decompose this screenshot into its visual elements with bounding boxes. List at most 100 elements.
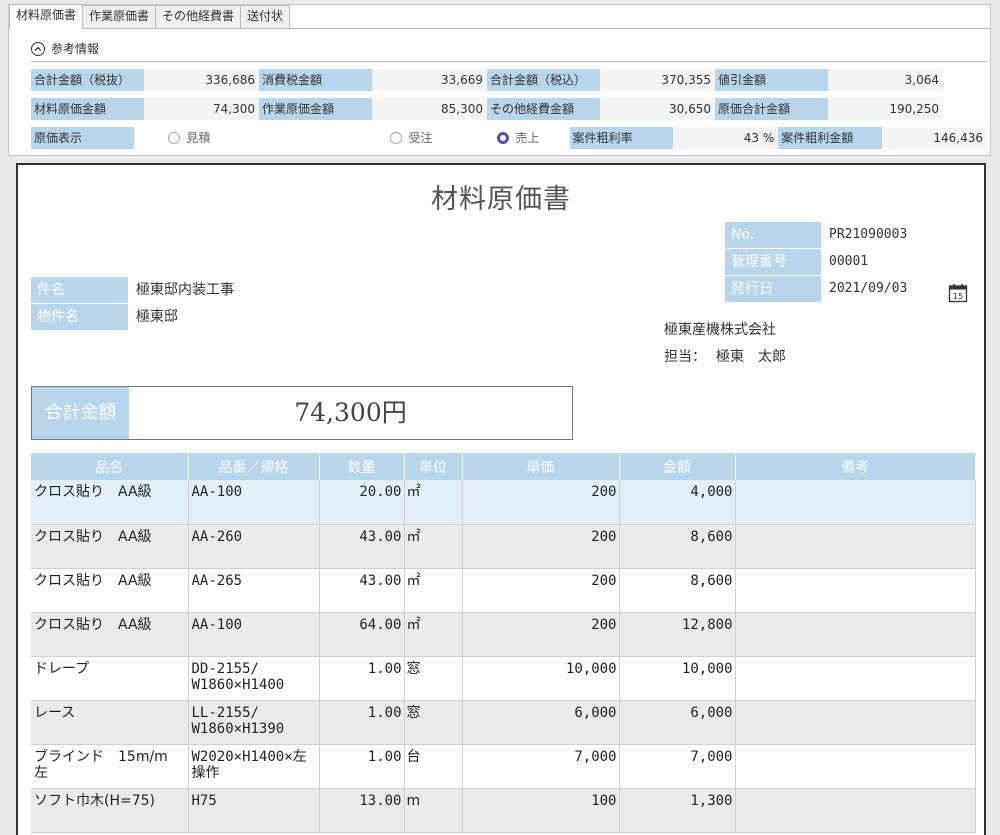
- calendar-day: 15: [953, 292, 963, 301]
- item-unit[interactable]: ㎡: [404, 480, 463, 525]
- item-name[interactable]: クロス貼り AA級: [31, 480, 189, 525]
- item-price[interactable]: 10,000: [462, 656, 620, 701]
- item-qty[interactable]: 1.00: [319, 700, 405, 745]
- radio-label: 受注: [408, 131, 433, 145]
- item-price[interactable]: 6,000: [462, 700, 620, 745]
- item-spec[interactable]: AA-260: [188, 524, 320, 569]
- meta-row-mgmt: 管理番号 00001: [725, 249, 907, 275]
- item-amount[interactable]: 6,000: [619, 700, 736, 745]
- table-row[interactable]: ドレープ DD-2155/ W1860×H1400 1.00 窓 10,000 10,00…: [31, 656, 976, 701]
- items-header-row: 品名 品番／規格 数量 単位 単価 金額 備考: [31, 453, 976, 480]
- radio-sales[interactable]: 売上: [463, 127, 569, 149]
- item-qty[interactable]: 64.00: [319, 612, 405, 657]
- tab-material-cost[interactable]: 材料原価書: [9, 4, 84, 29]
- item-amount[interactable]: 8,600: [619, 568, 736, 613]
- total-excl-tax-value: 336,686: [144, 69, 259, 91]
- item-unit[interactable]: 台: [404, 744, 463, 789]
- item-amount[interactable]: 1,300: [619, 788, 736, 833]
- calendar-icon[interactable]: 15: [948, 283, 968, 303]
- reference-row: 材料原価金額 74,300 作業原価金額 85,300 その他経費金額 30,6…: [31, 98, 987, 122]
- item-price[interactable]: 100: [462, 788, 620, 833]
- subject-value[interactable]: 極東邸内装工事: [128, 277, 234, 303]
- item-unit[interactable]: ㎡: [404, 612, 463, 657]
- col-header-price: 単価: [462, 453, 620, 480]
- item-amount[interactable]: 8,600: [619, 524, 736, 569]
- item-note[interactable]: [735, 568, 976, 613]
- item-unit[interactable]: m: [404, 788, 463, 833]
- item-amount[interactable]: 12,800: [619, 612, 736, 657]
- item-price[interactable]: 200: [462, 480, 620, 525]
- item-qty[interactable]: 1.00: [319, 656, 405, 701]
- item-name[interactable]: ソフト巾木(H=75): [31, 788, 189, 833]
- item-unit[interactable]: 窓: [404, 656, 463, 701]
- table-row[interactable]: クロス貼り AA級 AA-265 43.00 ㎡ 200 8,600: [31, 568, 976, 613]
- item-unit[interactable]: 窓: [404, 700, 463, 745]
- item-price[interactable]: 7,000: [462, 744, 620, 789]
- radio-circle-checked[interactable]: [497, 132, 510, 144]
- total-amount-value: 74,300円: [294, 398, 407, 427]
- date-value[interactable]: 2021/09/03: [821, 276, 907, 302]
- item-name[interactable]: クロス貼り AA級: [31, 568, 189, 613]
- radio-circle[interactable]: [168, 132, 181, 144]
- tab-bar: 材料原価書 作業原価書 その他経費書 送付状: [9, 4, 990, 29]
- item-unit[interactable]: ㎡: [404, 568, 463, 613]
- item-spec[interactable]: DD-2155/ W1860×H1400: [188, 656, 320, 701]
- item-spec[interactable]: W2020×H1400×左 操作: [188, 744, 320, 789]
- subject-block: 件名 極東邸内装工事 物件名 極東邸: [31, 277, 234, 331]
- item-price[interactable]: 200: [462, 612, 620, 657]
- item-amount[interactable]: 7,000: [619, 744, 736, 789]
- item-amount[interactable]: 10,000: [619, 656, 736, 701]
- item-spec[interactable]: LL-2155/ W1860×H1390: [188, 700, 320, 745]
- table-row[interactable]: レース LL-2155/ W1860×H1390 1.00 窓 6,000 6,000: [31, 700, 976, 745]
- item-qty[interactable]: 20.00: [319, 480, 405, 525]
- table-row[interactable]: クロス貼り AA級 AA-100 20.00 ㎡ 200 4,000: [31, 480, 976, 525]
- item-note[interactable]: [735, 480, 976, 525]
- reference-header[interactable]: 参考情報: [31, 40, 99, 57]
- total-incl-tax-value: 370,355: [600, 69, 715, 91]
- item-price[interactable]: 200: [462, 568, 620, 613]
- tab-other-expenses[interactable]: その他経費書: [155, 5, 242, 28]
- tab-work-cost[interactable]: 作業原価書: [82, 5, 157, 28]
- item-spec[interactable]: AA-100: [188, 612, 320, 657]
- margin-amount-value: 146,436: [881, 127, 988, 149]
- item-note[interactable]: [735, 788, 976, 833]
- item-amount[interactable]: 4,000: [619, 480, 736, 525]
- table-row[interactable]: ソフト巾木(H=75) H75 13.00 m 100 1,300: [31, 788, 976, 833]
- margin-amount-label: 案件粗利金額: [778, 127, 882, 149]
- total-incl-tax-label: 合計金額（税込）: [487, 69, 600, 91]
- col-header-qty: 数量: [319, 453, 405, 480]
- item-qty[interactable]: 43.00: [319, 568, 405, 613]
- mgmt-value[interactable]: 00001: [821, 249, 868, 275]
- table-row[interactable]: クロス貼り AA級 AA-260 43.00 ㎡ 200 8,600: [31, 524, 976, 569]
- item-unit[interactable]: ㎡: [404, 524, 463, 569]
- item-note[interactable]: [735, 744, 976, 789]
- table-row[interactable]: ブラインド 15m/m 左 W2020×H1400×左 操作 1.00 台 7,000 7…: [31, 744, 976, 789]
- property-value[interactable]: 極東邸: [128, 304, 178, 330]
- company-name: 極東産機株式会社: [664, 322, 776, 338]
- chevron-up-icon[interactable]: [31, 41, 45, 56]
- radio-order[interactable]: 受注: [242, 127, 463, 149]
- table-row[interactable]: クロス貼り AA級 AA-100 64.00 ㎡ 200 12,800: [31, 612, 976, 657]
- item-note[interactable]: [735, 656, 976, 701]
- item-name[interactable]: ドレープ: [31, 656, 189, 701]
- item-name[interactable]: レース: [31, 700, 189, 745]
- reference-row: 合計金額（税抜） 336,686 消費税金額 33,669 合計金額（税込） 3…: [31, 69, 987, 93]
- item-qty[interactable]: 1.00: [319, 744, 405, 789]
- radio-estimate[interactable]: 見積: [134, 127, 242, 149]
- discount-value: 3,064: [828, 69, 943, 91]
- item-qty[interactable]: 13.00: [319, 788, 405, 833]
- item-note[interactable]: [735, 524, 976, 569]
- item-qty[interactable]: 43.00: [319, 524, 405, 569]
- item-name[interactable]: クロス貼り AA級: [31, 524, 189, 569]
- item-name[interactable]: ブラインド 15m/m 左: [31, 744, 189, 789]
- material-cost-label: 材料原価金額: [31, 98, 144, 120]
- item-price[interactable]: 200: [462, 524, 620, 569]
- item-note[interactable]: [735, 612, 976, 657]
- tab-cover-letter[interactable]: 送付状: [240, 5, 291, 28]
- item-note[interactable]: [735, 700, 976, 745]
- item-spec[interactable]: AA-100: [188, 480, 320, 525]
- radio-circle[interactable]: [390, 132, 403, 144]
- item-spec[interactable]: H75: [188, 788, 320, 833]
- item-spec[interactable]: AA-265: [188, 568, 320, 613]
- item-name[interactable]: クロス貼り AA級: [31, 612, 189, 657]
